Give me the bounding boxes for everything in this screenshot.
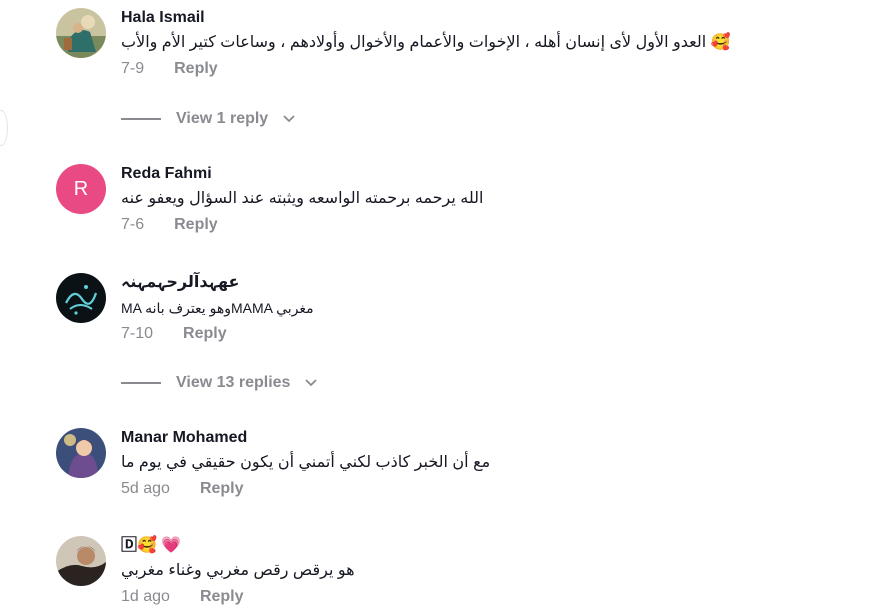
avatar[interactable] bbox=[56, 8, 106, 58]
chevron-down-icon bbox=[305, 374, 318, 392]
reply-button[interactable]: Reply bbox=[200, 587, 244, 607]
divider-line bbox=[121, 382, 161, 384]
username[interactable]: 🄳🥰 💗 bbox=[121, 536, 841, 556]
comment-date: 7-10 bbox=[121, 325, 154, 342]
comment-text: العدو الأول لأى إنسان أهله ، الإخوات وال… bbox=[121, 34, 731, 51]
comment-meta: 7-6 Reply bbox=[121, 215, 841, 235]
girl-illustration-avatar-icon bbox=[56, 428, 106, 478]
comment-body: عهہدآلرحہمہنہ MA وهو يعترف بانهMAMA مغرب… bbox=[121, 273, 841, 344]
username[interactable]: Manar Mohamed bbox=[121, 428, 841, 448]
reply-button[interactable]: Reply bbox=[200, 479, 244, 499]
comment-meta: 5d ago Reply bbox=[121, 479, 841, 499]
avatar-letter: R bbox=[73, 177, 89, 200]
divider-line bbox=[121, 118, 161, 120]
comment-date: 7-6 bbox=[121, 216, 145, 233]
comment-body: Reda Fahmi الله يرحمه برحمته الواسعه ويث… bbox=[121, 164, 841, 235]
comment-body: Manar Mohamed مع أن الخبر كاذب لكني أتمن… bbox=[121, 428, 841, 499]
username[interactable]: Reda Fahmi bbox=[121, 164, 841, 184]
comment-meta: 7-9 Reply bbox=[121, 59, 841, 79]
view-replies-button[interactable]: View 1 reply bbox=[121, 110, 295, 128]
avatar[interactable]: R bbox=[56, 164, 106, 214]
reply-button[interactable]: Reply bbox=[174, 59, 218, 79]
reply-button[interactable]: Reply bbox=[174, 215, 218, 235]
view-replies-button[interactable]: View 13 replies bbox=[121, 374, 318, 392]
view-replies-label: View 1 reply bbox=[176, 110, 269, 127]
comment-meta: 1d ago Reply bbox=[121, 587, 841, 607]
comment-text: مع أن الخبر كاذب لكني أتمني أن يكون حقيق… bbox=[121, 454, 491, 471]
view-replies-label: View 13 replies bbox=[176, 374, 291, 391]
comment-date: 7-9 bbox=[121, 60, 145, 77]
comment-date: 5d ago bbox=[121, 480, 170, 497]
woman-painting-avatar-icon bbox=[56, 8, 106, 58]
avatar[interactable] bbox=[56, 273, 106, 323]
comment-meta: 7-10 Reply bbox=[121, 324, 841, 344]
comment-body: Hala Ismail العدو الأول لأى إنسان أهله ،… bbox=[121, 8, 841, 79]
username[interactable]: Hala Ismail bbox=[121, 8, 841, 28]
person-photo-avatar-icon bbox=[56, 536, 106, 586]
avatar[interactable] bbox=[56, 428, 106, 478]
arabic-calligraphy-avatar-icon bbox=[56, 273, 106, 323]
avatar[interactable] bbox=[56, 536, 106, 586]
comment-text: MA وهو يعترف بانهMAMA مغربي bbox=[121, 300, 314, 316]
username[interactable]: عهہدآلرحہمہنہ bbox=[121, 273, 841, 293]
reply-button[interactable]: Reply bbox=[183, 324, 227, 344]
comment-date: 1d ago bbox=[121, 588, 170, 605]
chevron-down-icon bbox=[283, 110, 295, 128]
comment-text: الله يرحمه برحمته الواسعه ويثبته عند الس… bbox=[121, 190, 484, 207]
scroll-edge bbox=[0, 110, 8, 146]
comment-body: 🄳🥰 💗 هو يرقص رقص مغربي وغناء مغربي 1d ag… bbox=[121, 536, 841, 607]
comment-text: هو يرقص رقص مغربي وغناء مغربي bbox=[121, 562, 355, 579]
